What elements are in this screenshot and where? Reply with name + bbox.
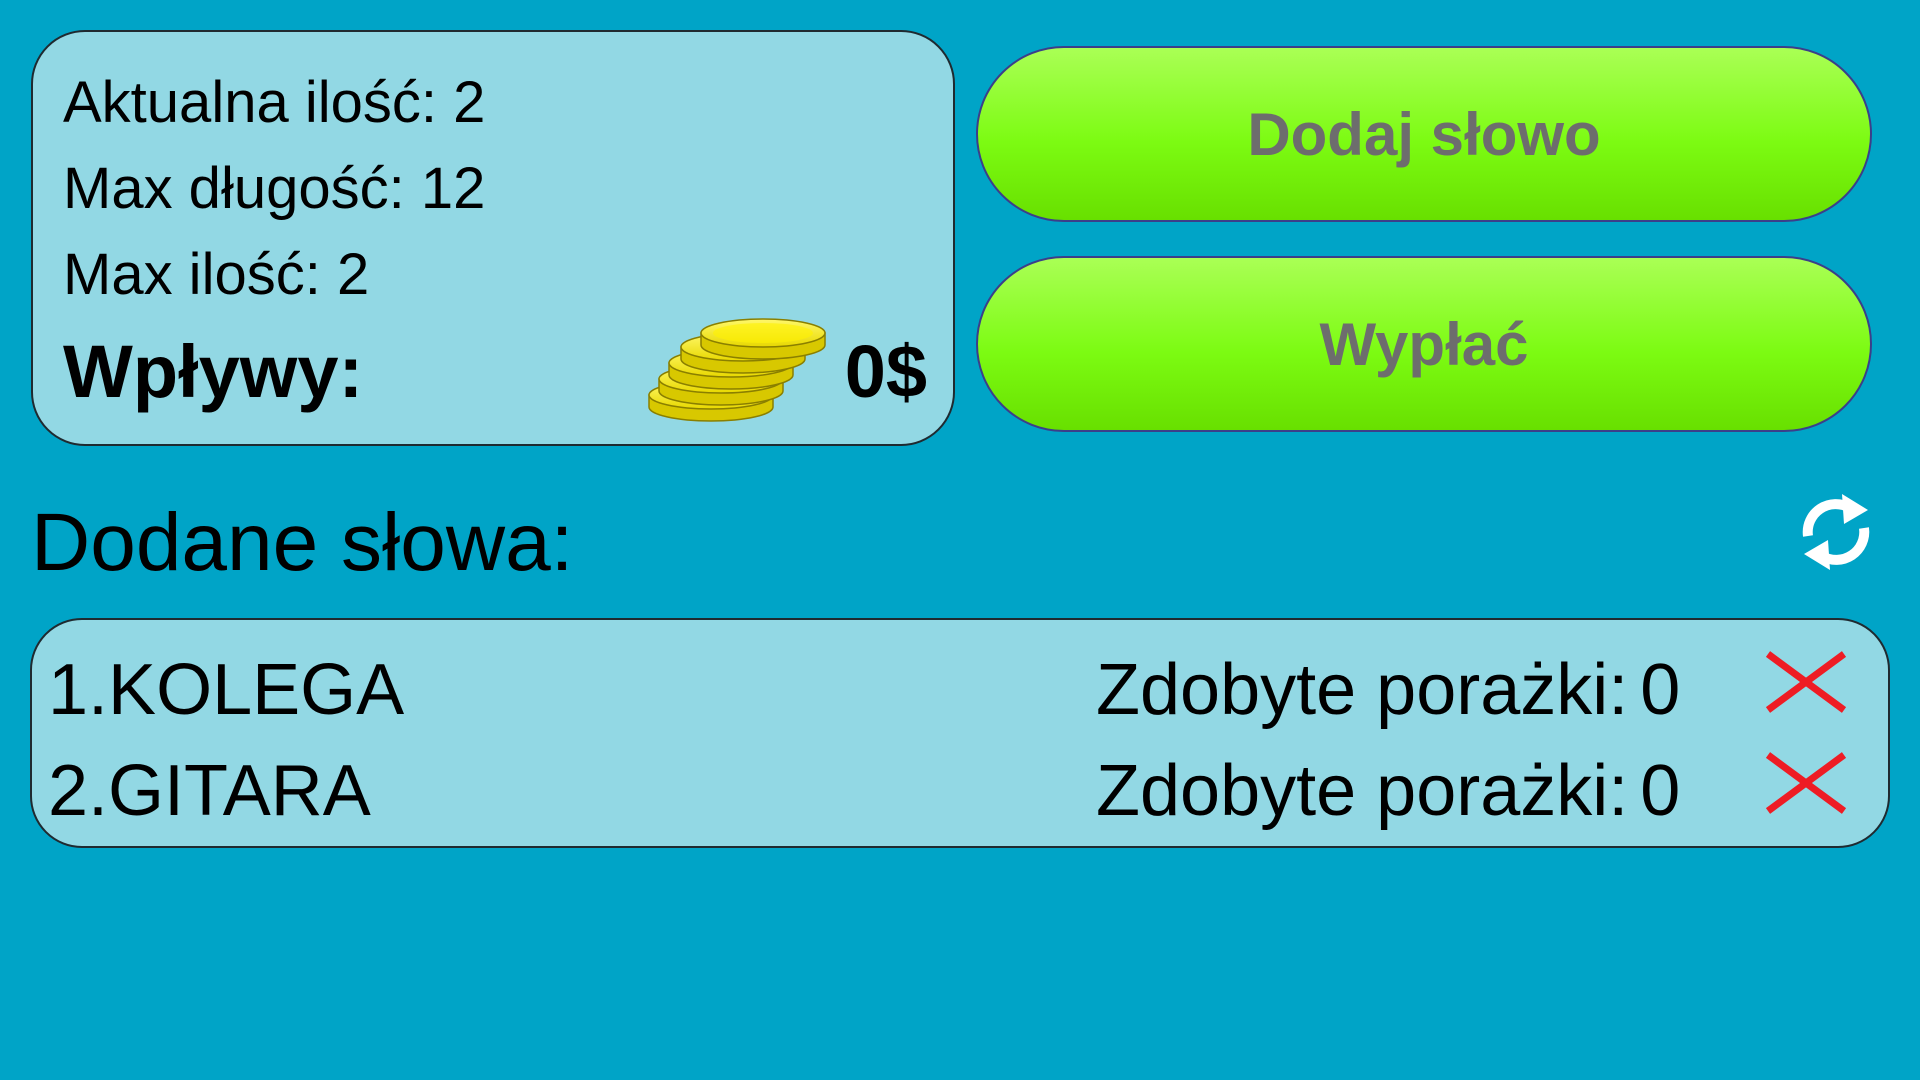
income-label: Wpływy:	[63, 330, 364, 413]
income-value: 0$	[844, 330, 927, 413]
added-words-list: 1.KOLEGA Zdobyte porażki: 0 2.GITARA Zdob…	[30, 618, 1890, 848]
word-losses: Zdobyte porażki: 0	[1096, 654, 1680, 726]
max-length-text: Max długość: 12	[63, 156, 486, 221]
current-count-text: Aktualna ilość: 2	[63, 70, 486, 135]
stats-panel: Aktualna ilość: 2 Max długość: 12 Max il…	[31, 30, 955, 446]
added-words-title: Dodane słowa:	[31, 497, 574, 588]
add-word-button[interactable]: Dodaj słowo	[976, 46, 1872, 222]
word-name: 1.KOLEGA	[48, 650, 405, 730]
losses-label: Zdobyte porażki:	[1096, 751, 1629, 831]
word-name: 2.GITARA	[48, 751, 371, 831]
list-item: 1.KOLEGA Zdobyte porażki: 0	[32, 642, 1888, 742]
word-losses: Zdobyte porażki: 0	[1096, 755, 1680, 827]
close-icon[interactable]	[1764, 650, 1848, 714]
max-count-text: Max ilość: 2	[63, 242, 370, 307]
coins-stack-icon	[648, 318, 826, 422]
close-icon[interactable]	[1764, 751, 1848, 815]
list-item: 2.GITARA Zdobyte porażki: 0	[32, 743, 1888, 843]
losses-count: 0	[1640, 650, 1681, 730]
losses-label: Zdobyte porażki:	[1096, 650, 1629, 730]
losses-count: 0	[1640, 751, 1681, 831]
withdraw-button[interactable]: Wypłać	[976, 256, 1872, 432]
refresh-icon[interactable]	[1794, 482, 1878, 582]
